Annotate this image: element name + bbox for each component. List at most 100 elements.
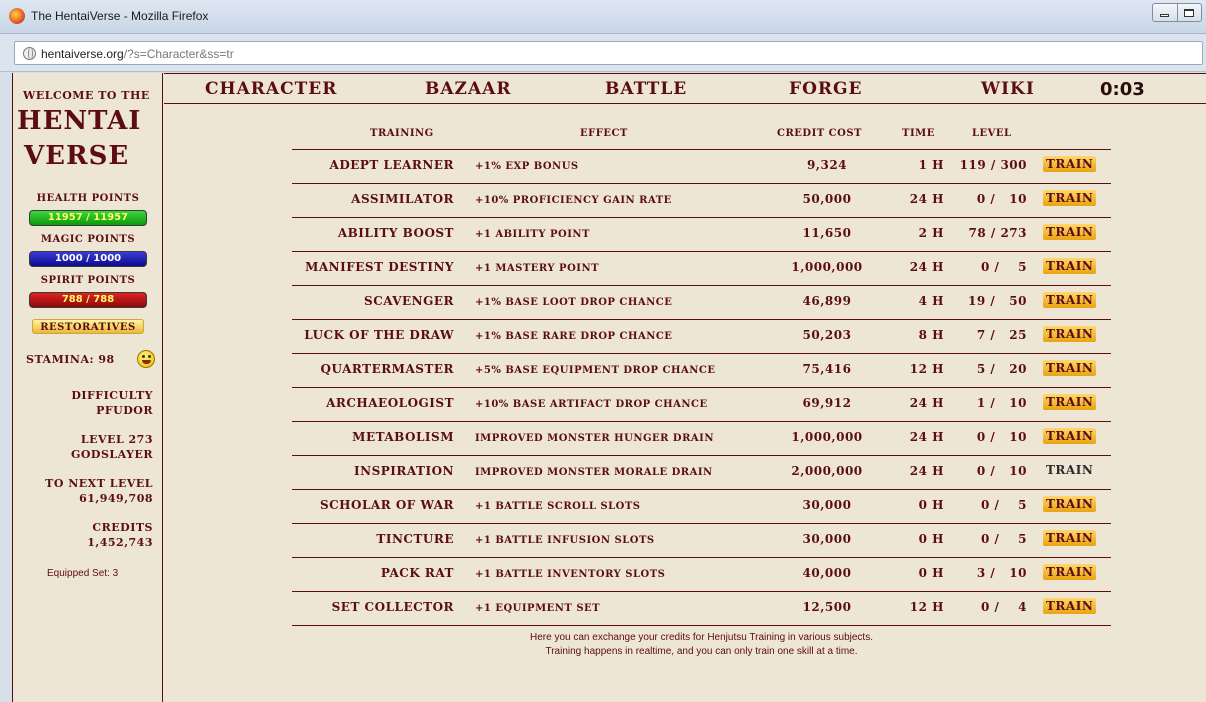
training-name: Manifest Destiny bbox=[305, 260, 454, 274]
firefox-icon bbox=[9, 8, 25, 24]
header-cost: Credit Cost bbox=[777, 128, 862, 139]
training-level: 0 / 5 bbox=[981, 532, 1027, 546]
training-time: 0 H bbox=[918, 532, 944, 546]
logo-hentai: Hentai bbox=[17, 106, 142, 136]
url-bar[interactable]: hentaiverse.org/?s=Character&ss=tr bbox=[14, 41, 1203, 65]
training-cost: 50,203 bbox=[802, 328, 852, 342]
minimize-button[interactable] bbox=[1153, 4, 1177, 21]
training-cost: 9,324 bbox=[806, 158, 848, 172]
window-title: The HentaiVerse - Mozilla Firefox bbox=[31, 9, 209, 23]
main-nav: Character Bazaar Battle Forge Wiki 0:03 bbox=[164, 73, 1206, 104]
training-name: Scholar of War bbox=[319, 498, 454, 512]
training-name: Luck of the Draw bbox=[304, 328, 454, 342]
training-time: 0 H bbox=[918, 498, 944, 512]
difficulty-label: Difficulty bbox=[71, 389, 153, 402]
train-button[interactable]: TRAIN bbox=[1043, 258, 1097, 274]
training-effect: +1 Equipment Set bbox=[475, 603, 601, 614]
training-effect: +5% Base Equipment Drop Chance bbox=[475, 365, 716, 376]
train-button[interactable]: TRAIN bbox=[1043, 224, 1097, 240]
training-level: 0 / 10 bbox=[976, 464, 1027, 478]
training-cost: 1,000,000 bbox=[791, 260, 863, 274]
table-header: Training Effect Credit Cost Time Level bbox=[292, 125, 1111, 150]
training-name: Adept Learner bbox=[329, 158, 454, 172]
training-level: 0 / 5 bbox=[981, 260, 1027, 274]
training-level: 5 / 20 bbox=[976, 362, 1027, 376]
training-level: 0 / 10 bbox=[976, 430, 1027, 444]
difficulty-value: PFUDOR bbox=[96, 404, 153, 417]
health-label: Health points bbox=[36, 193, 140, 204]
training-level: 1 / 10 bbox=[976, 396, 1027, 410]
restoratives-button[interactable]: Restoratives bbox=[32, 319, 144, 334]
table-row: Quartermaster +5% Base Equipment Drop Cha… bbox=[292, 354, 1111, 388]
training-time: 1 H bbox=[918, 158, 944, 172]
train-button[interactable]: TRAIN bbox=[1043, 292, 1097, 308]
train-button[interactable]: TRAIN bbox=[1043, 190, 1097, 206]
info-line-1: Here you can exchange your credits for H… bbox=[530, 632, 873, 643]
training-table: Training Effect Credit Cost Time Level A… bbox=[292, 125, 1111, 626]
training-time: 8 H bbox=[918, 328, 944, 342]
training-effect: +1 Ability Point bbox=[475, 229, 590, 240]
nav-battle[interactable]: Battle bbox=[605, 79, 687, 99]
nav-forge[interactable]: Forge bbox=[789, 79, 862, 99]
training-level: 0 / 10 bbox=[976, 192, 1027, 206]
maximize-button[interactable] bbox=[1176, 4, 1202, 21]
training-time: 12 H bbox=[909, 362, 944, 376]
training-effect: +10% Base Artifact Drop Chance bbox=[475, 399, 708, 410]
training-effect: Improved Monster Hunger Drain bbox=[475, 433, 714, 444]
nav-wiki[interactable]: Wiki bbox=[981, 79, 1035, 99]
table-row: Inspiration Improved Monster Morale Drain… bbox=[292, 456, 1111, 490]
training-effect: +10% Proficiency Gain Rate bbox=[475, 195, 672, 206]
window-titlebar: The HentaiVerse - Mozilla Firefox bbox=[0, 0, 1206, 34]
train-button[interactable]: TRAIN bbox=[1043, 326, 1097, 342]
training-cost: 75,416 bbox=[802, 362, 852, 376]
train-button[interactable]: TRAIN bbox=[1043, 564, 1097, 580]
training-cost: 30,000 bbox=[802, 498, 852, 512]
happy-face-icon bbox=[137, 350, 155, 368]
training-effect: +1 Battle Infusion Slots bbox=[475, 535, 655, 546]
nav-character[interactable]: Character bbox=[205, 79, 337, 99]
training-effect: +1 Mastery Point bbox=[475, 263, 600, 274]
training-cost: 11,650 bbox=[802, 226, 852, 240]
training-name: Quartermaster bbox=[320, 362, 454, 376]
train-button[interactable]: TRAIN bbox=[1043, 428, 1097, 444]
train-button[interactable]: TRAIN bbox=[1043, 156, 1097, 172]
header-level: Level bbox=[972, 128, 1012, 139]
training-level: 0 / 5 bbox=[981, 498, 1027, 512]
table-row: Assimilator +10% Proficiency Gain Rate 50,… bbox=[292, 184, 1111, 218]
maximize-icon bbox=[1184, 8, 1195, 17]
training-level: 78 / 273 bbox=[968, 226, 1027, 240]
table-row: Scavenger +1% Base Loot Drop Chance 46,899… bbox=[292, 286, 1111, 320]
train-button[interactable]: TRAIN bbox=[1043, 598, 1097, 614]
table-body: Adept Learner +1% EXP Bonus 9,324 1 H 119 / … bbox=[292, 150, 1111, 626]
next-level-value: 61,949,708 bbox=[79, 492, 153, 505]
equipped-set-text: Equipped Set: 3 bbox=[47, 568, 119, 579]
train-button[interactable]: TRAIN bbox=[1043, 394, 1097, 410]
table-row: Tincture +1 Battle Infusion Slots 30,000 0 … bbox=[292, 524, 1111, 558]
level-label: Level 273 bbox=[80, 433, 153, 446]
table-row: Set Collector +1 Equipment Set 12,500 12 H 0… bbox=[292, 592, 1111, 626]
table-row: Metabolism Improved Monster Hunger Drain 1… bbox=[292, 422, 1111, 456]
training-cost: 50,000 bbox=[802, 192, 852, 206]
train-button[interactable]: TRAIN bbox=[1043, 496, 1097, 512]
training-effect: Improved Monster Morale Drain bbox=[475, 467, 713, 478]
train-button[interactable]: TRAIN bbox=[1043, 360, 1097, 376]
url-text[interactable]: hentaiverse.org/?s=Character&ss=tr bbox=[41, 47, 234, 61]
training-name: Set Collector bbox=[331, 600, 454, 614]
training-level: 119 / 300 bbox=[959, 158, 1027, 172]
training-time: 24 H bbox=[909, 396, 944, 410]
training-time: 24 H bbox=[909, 464, 944, 478]
training-cost: 1,000,000 bbox=[791, 430, 863, 444]
credits-block: Credits 1,452,743 bbox=[87, 520, 153, 550]
training-level: 19 / 50 bbox=[968, 294, 1027, 308]
nav-bazaar[interactable]: Bazaar bbox=[425, 79, 511, 99]
table-row: Ability Boost +1 Ability Point 11,650 2 H 78… bbox=[292, 218, 1111, 252]
spirit-bar: 788 / 788 bbox=[29, 292, 147, 308]
training-name: Ability Boost bbox=[337, 226, 454, 240]
training-cost: 12,500 bbox=[802, 600, 852, 614]
train-button[interactable]: TRAIN bbox=[1043, 530, 1097, 546]
minimize-icon bbox=[1160, 14, 1170, 17]
training-time: 0 H bbox=[918, 566, 944, 580]
training-level: 0 / 4 bbox=[981, 600, 1027, 614]
train-button[interactable]: TRAIN bbox=[1043, 462, 1096, 478]
table-row: Manifest Destiny +1 Mastery Point 1,000,00… bbox=[292, 252, 1111, 286]
